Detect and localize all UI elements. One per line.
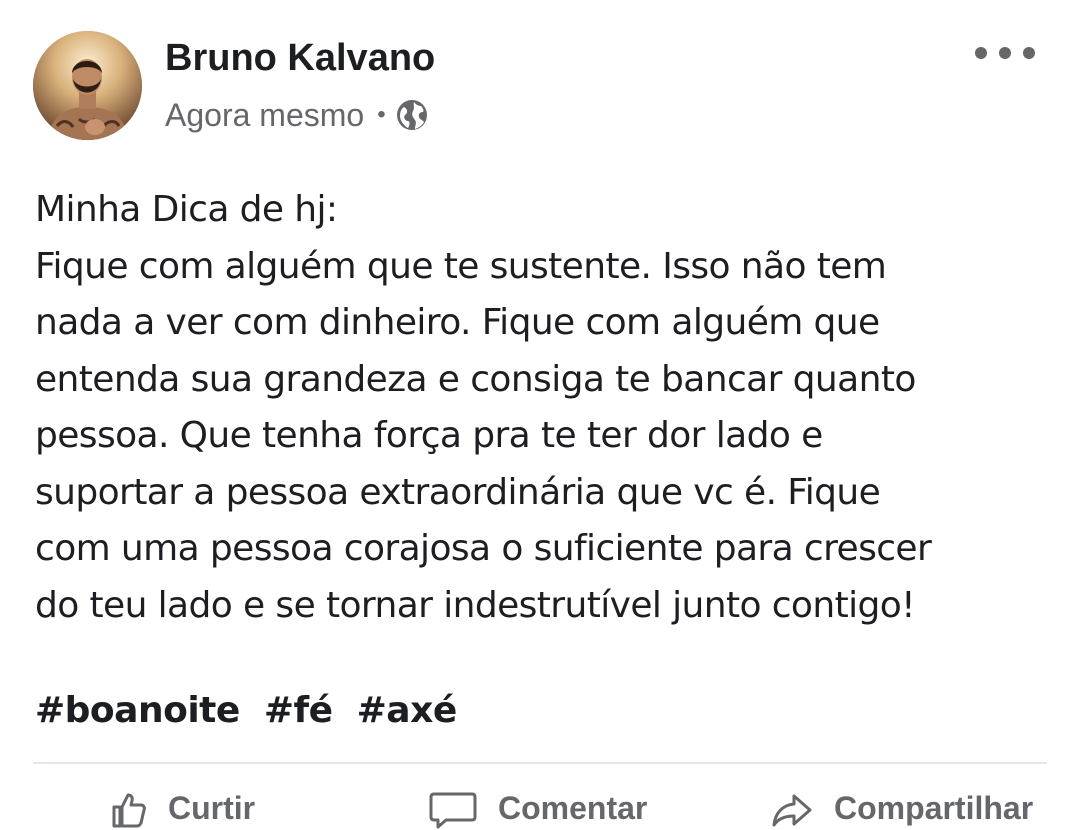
post-card: Bruno Kalvano Agora mesmo • Minha Dica d…	[0, 0, 1080, 829]
ellipsis-icon	[975, 47, 987, 59]
ellipsis-dot	[999, 47, 1011, 59]
hashtag-link[interactable]: #fé	[264, 690, 333, 731]
post-text-line: com uma pessoa corajosa o suficiente par…	[35, 528, 932, 569]
globe-icon[interactable]	[395, 98, 429, 132]
comment-icon	[429, 792, 477, 829]
post-meta: Agora mesmo •	[165, 95, 429, 135]
share-icon	[772, 794, 812, 827]
profile-photo	[33, 31, 142, 140]
share-label: Compartilhar	[834, 790, 1034, 826]
comment-button[interactable]: Comentar	[428, 790, 647, 830]
like-icon	[112, 793, 146, 828]
post-text-line: do teu lado e se tornar indestrutível ju…	[35, 584, 916, 626]
post-text-line: pessoa. Que tenha força pra te ter dor l…	[35, 415, 823, 456]
author-avatar[interactable]	[33, 31, 142, 140]
more-options-button[interactable]	[975, 36, 1035, 70]
like-button[interactable]: Curtir	[108, 790, 255, 830]
post-body: Minha Dica de hj: Fique com alguém que t…	[35, 182, 1065, 634]
action-bar: Curtir Comentar Compartilhar	[0, 790, 1080, 830]
comment-label: Comentar	[498, 790, 648, 826]
like-label: Curtir	[168, 790, 256, 826]
share-button[interactable]: Compartilhar	[770, 790, 1033, 830]
post-text-line: suportar a pessoa extraordinária que vc …	[35, 471, 881, 513]
post-time[interactable]: Agora mesmo	[165, 97, 364, 134]
post-text-line: entenda sua grandeza e consiga te bancar…	[35, 358, 916, 400]
hashtag-row: #boanoite #fé #axé	[35, 683, 469, 739]
post-text-line: Fique com alguém que te sustente. Isso n…	[35, 245, 887, 287]
post-text-line: Minha Dica de hj:	[35, 189, 338, 230]
hashtag-link[interactable]: #axé	[357, 690, 458, 731]
actions-divider	[33, 762, 1047, 764]
author-name[interactable]: Bruno Kalvano	[165, 36, 435, 80]
meta-separator: •	[377, 101, 386, 128]
hashtag-link[interactable]: #boanoite	[35, 690, 240, 731]
post-text-line: nada a ver com dinheiro. Fique com algué…	[35, 302, 880, 343]
ellipsis-dot	[1023, 47, 1035, 59]
